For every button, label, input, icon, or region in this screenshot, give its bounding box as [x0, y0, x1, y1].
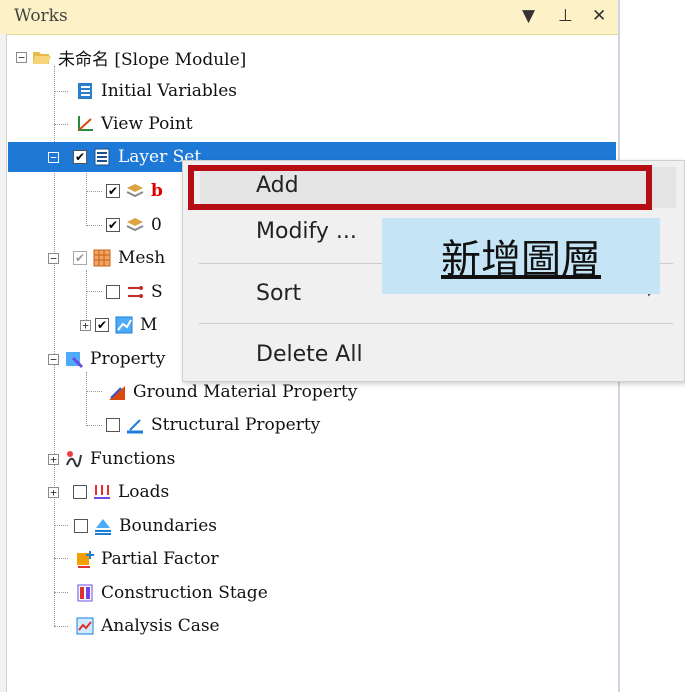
tree-connector [54, 525, 68, 526]
menu-item-sort[interactable]: Sort [256, 281, 301, 306]
tree-connector [54, 558, 68, 559]
menu-separator [199, 323, 673, 324]
tree-item-label: Property [90, 349, 166, 369]
close-icon[interactable]: ✕ [592, 6, 606, 26]
tree-item-label: 未命名 [Slope Module] [58, 49, 247, 70]
expand-icon[interactable]: + [80, 319, 91, 331]
mesh-s-checkbox[interactable] [106, 285, 120, 299]
tree-item-construction-stage[interactable]: Construction Stage [70, 578, 268, 608]
tree-item-mesh-m[interactable]: + ✔ M [80, 310, 157, 340]
tree-connector [54, 124, 68, 125]
panel-titlebar: Works ▼ ⊥ ✕ [0, 0, 618, 35]
tree-connector [54, 626, 68, 627]
tree-item-label: Structural Property [151, 415, 321, 435]
callout-text: 新增圖層 [441, 237, 601, 283]
expand-icon[interactable]: + [48, 453, 59, 465]
tree-item-label: Construction Stage [101, 583, 268, 603]
list-icon [94, 148, 110, 166]
property-icon [66, 352, 84, 369]
tree-item-root[interactable]: − 未命名 [Slope Module] [16, 42, 246, 72]
axes-icon [78, 116, 93, 131]
mesh-checkbox[interactable]: ✔ [73, 251, 87, 265]
functions-icon [66, 451, 82, 468]
collapse-icon[interactable]: − [48, 252, 59, 264]
dropdown-icon[interactable]: ▼ [522, 6, 535, 26]
boundaries-icon [95, 519, 111, 535]
tree-item-label: Analysis Case [101, 616, 220, 636]
tree-item-partial-factor[interactable]: Partial Factor [70, 544, 219, 574]
tree-item-functions[interactable]: + Functions [48, 444, 175, 474]
tree-item-label: View Point [101, 114, 193, 134]
layer-checkbox[interactable]: ✔ [106, 218, 120, 232]
tree-item-label: b [151, 181, 163, 201]
layer-set-checkbox[interactable]: ✔ [73, 150, 87, 164]
grid-icon [93, 249, 111, 267]
tree-item-mesh-s[interactable]: S [102, 277, 163, 307]
tree-connector [86, 191, 102, 192]
menu-item-delete-all[interactable]: Delete All [256, 342, 363, 367]
tree-connector [86, 391, 102, 392]
panel-title: Works [14, 6, 68, 26]
panel-left-border [0, 34, 7, 692]
collapse-icon[interactable]: − [48, 353, 59, 365]
tree-item-boundaries[interactable]: Boundaries [70, 511, 217, 541]
mesh-m-checkbox[interactable]: ✔ [95, 318, 109, 332]
analysis-case-icon [76, 617, 94, 635]
collapse-icon[interactable]: − [48, 151, 59, 163]
structure-icon [127, 419, 143, 434]
loads-checkbox[interactable] [73, 485, 87, 499]
layers-icon [126, 218, 144, 232]
tree-item-label: M [140, 315, 158, 335]
pin-icon[interactable]: ⊥ [558, 6, 573, 26]
partial-factor-icon [77, 551, 94, 568]
structural-property-checkbox[interactable] [106, 418, 120, 432]
tree-item-initial-variables[interactable]: Initial Variables [70, 76, 237, 106]
tree-connector [86, 225, 102, 226]
tree-item-layer-b[interactable]: ✔ b [102, 176, 163, 206]
tree-connector [86, 425, 102, 426]
menu-item-modify[interactable]: Modify ... [256, 219, 357, 244]
tree-item-label: Partial Factor [101, 549, 219, 569]
tree-item-label: 0 [151, 215, 162, 235]
highlight-box [188, 165, 652, 210]
annotation-callout: 新增圖層 [382, 218, 660, 294]
tree-item-label: Initial Variables [101, 81, 237, 101]
tree-item-view-point[interactable]: View Point [70, 109, 193, 139]
tree-item-layer-set[interactable]: − ✔ Layer Set [48, 142, 201, 172]
loads-icon [94, 485, 110, 499]
expand-icon[interactable]: + [48, 486, 59, 498]
tree-connector [86, 372, 87, 426]
tree-connector [54, 592, 68, 593]
tree-item-loads[interactable]: + Loads [48, 477, 169, 507]
folder-open-icon [33, 52, 51, 64]
tree-item-layer-0[interactable]: ✔ 0 [102, 210, 162, 240]
tree-item-label: Ground Material Property [133, 382, 358, 402]
tree-item-label: S [151, 282, 163, 302]
table-icon [78, 83, 92, 99]
tree-item-property[interactable]: − Property [48, 344, 165, 374]
tree-item-label: Loads [118, 482, 170, 502]
tree-item-label: Boundaries [119, 516, 217, 536]
construction-stage-icon [77, 584, 93, 602]
layer-checkbox[interactable]: ✔ [106, 184, 120, 198]
chart-icon [115, 316, 133, 334]
tree-item-mesh[interactable]: − ✔ Mesh [48, 243, 165, 273]
nodes-icon [128, 286, 143, 298]
boundaries-checkbox[interactable] [74, 519, 88, 533]
tree-connector [54, 91, 68, 92]
tree-item-label: Mesh [118, 248, 166, 268]
ground-material-icon [109, 386, 125, 400]
layers-icon [126, 184, 144, 198]
tree-connector [86, 168, 87, 226]
tree-connector [86, 291, 102, 292]
tree-item-analysis-case[interactable]: Analysis Case [70, 611, 220, 641]
collapse-icon[interactable]: − [16, 51, 27, 63]
tree-item-structural-property[interactable]: Structural Property [102, 410, 320, 440]
tree-item-label: Functions [90, 449, 176, 469]
